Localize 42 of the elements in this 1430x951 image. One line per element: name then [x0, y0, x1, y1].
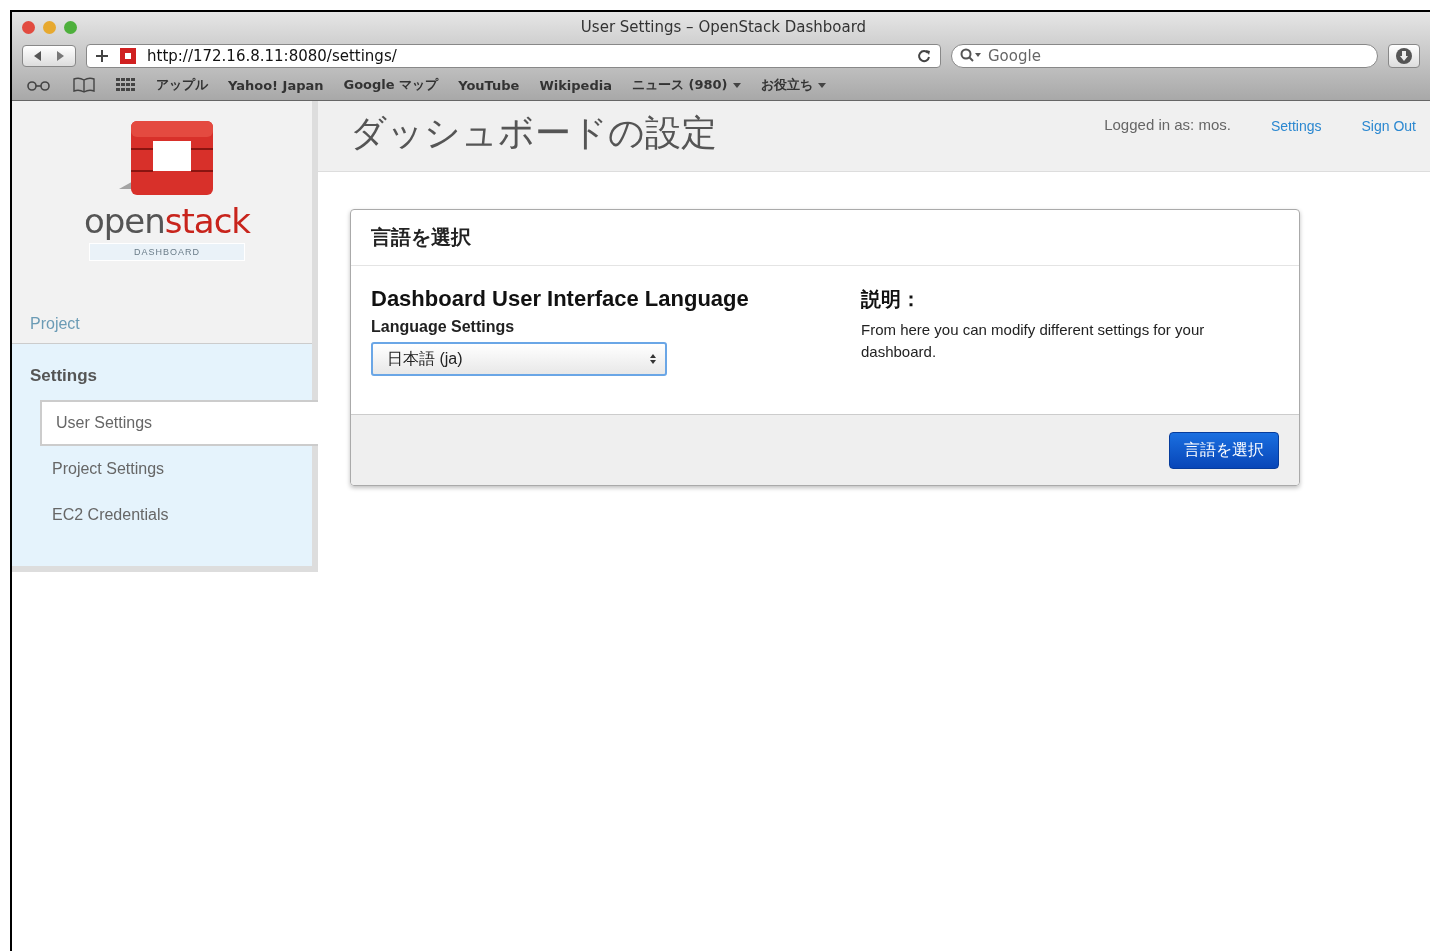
favicon-icon [119, 47, 137, 65]
bookmark-link[interactable]: Wikipedia [539, 77, 612, 93]
downloads-button[interactable] [1388, 44, 1420, 68]
sidebar-section[interactable]: Settings [12, 344, 312, 400]
help-text: From here you can modify different settings for your dashboard. [861, 320, 1206, 362]
logo-wordmark: open [83, 201, 165, 241]
close-button[interactable] [22, 20, 35, 34]
logo-subtitle: DASHBOARD [89, 243, 245, 261]
search-icon [960, 48, 982, 64]
user-label: Logged in as: mos. [1104, 116, 1231, 133]
bookmark-link[interactable]: YouTube [458, 77, 520, 93]
bookmark-link[interactable]: Yahoo! Japan [228, 77, 324, 93]
dropdown-arrow-icon [817, 82, 826, 88]
header-link[interactable]: Sign Out [1361, 116, 1416, 134]
reload-icon[interactable] [916, 48, 932, 64]
logo-wordmark: stack [164, 201, 251, 241]
header-link[interactable]: Settings [1270, 116, 1322, 134]
help-title: 説明： [861, 287, 922, 312]
language-select[interactable]: 日本語 (ja) [371, 342, 667, 376]
bookmark-link[interactable]: アップル [156, 76, 208, 94]
bookmark-link[interactable]: ニュース (980) [631, 76, 741, 94]
address-field[interactable]: http://172.16.8.11:8080/settings/ [86, 44, 941, 68]
select-arrows-icon [649, 352, 657, 366]
bookmark-link[interactable]: お役立ち [760, 76, 826, 94]
submit-button[interactable]: 言語を選択 [1169, 431, 1279, 469]
search-field[interactable]: Google [951, 44, 1378, 68]
plus-icon [95, 49, 109, 63]
reading-list-icon[interactable] [26, 79, 52, 91]
page-title: ダッシュボードの設定 [350, 111, 717, 155]
panel-title: 言語を選択 [371, 225, 471, 250]
dropdown-arrow-icon [732, 82, 741, 88]
bookmark-link[interactable]: Google マップ [343, 76, 439, 94]
sidebar-item[interactable]: EC2 Credentials [40, 492, 318, 538]
back-forward-buttons[interactable] [22, 45, 76, 67]
sidebar-item[interactable]: Project Settings [40, 446, 318, 492]
field-label: Language Settings [371, 318, 516, 336]
section-title: Dashboard User Interface Language [371, 286, 750, 312]
bookmarks-book-icon[interactable] [72, 77, 96, 93]
download-icon [1395, 47, 1413, 65]
window-title: User Settings – OpenStack Dashboard [580, 18, 868, 36]
sidebar-item[interactable]: User Settings [40, 400, 318, 446]
top-sites-grid-icon[interactable] [116, 78, 136, 92]
